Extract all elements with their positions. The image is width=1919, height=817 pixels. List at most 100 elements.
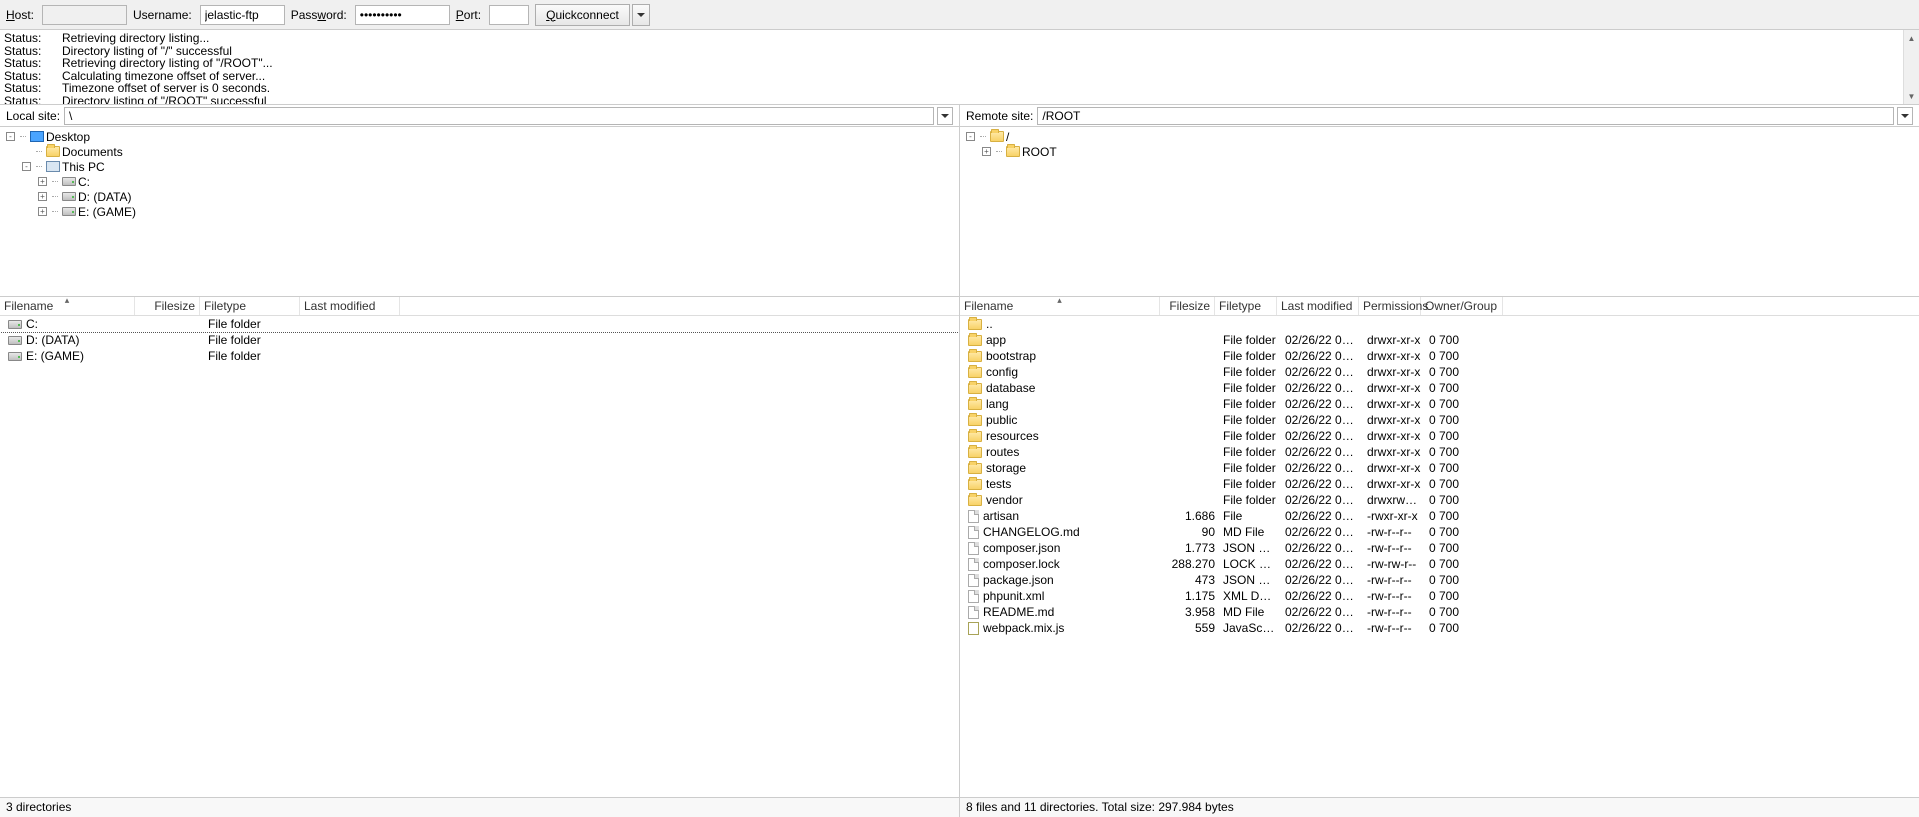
username-input[interactable] (200, 5, 285, 25)
quickconnect-button[interactable]: Quickconnect (535, 4, 630, 26)
log-label: Status: (4, 82, 62, 95)
folder-icon (1006, 146, 1020, 157)
cell-own: 0 700 (1425, 573, 1507, 587)
table-row[interactable]: publicFile folder02/26/22 08:49:...drwxr… (960, 412, 1919, 428)
table-row[interactable]: testsFile folder02/26/22 08:49:...drwxr-… (960, 476, 1919, 492)
local-path-input[interactable] (64, 107, 934, 125)
local-path-dropdown[interactable] (937, 107, 953, 125)
table-row[interactable]: composer.json1.773JSON File02/26/22 08:4… (960, 540, 1919, 556)
table-row[interactable]: CHANGELOG.md90MD File02/26/22 08:49:...-… (960, 524, 1919, 540)
tree-item[interactable]: +E: (GAME) (4, 204, 955, 219)
drive-icon (62, 207, 76, 216)
column-header[interactable]: Filename▴ (960, 297, 1160, 315)
expander-icon[interactable]: - (22, 162, 31, 171)
folder-icon (968, 431, 982, 442)
filename: phpunit.xml (983, 589, 1044, 603)
expander-icon[interactable]: - (966, 132, 975, 141)
expander-icon[interactable]: + (38, 177, 47, 186)
cell-type: XML Docu... (1219, 589, 1281, 603)
column-header[interactable]: Owner/Group (1421, 297, 1503, 315)
cell-own: 0 700 (1425, 461, 1507, 475)
host-input[interactable] (42, 5, 127, 25)
column-header[interactable]: Filename▴ (0, 297, 135, 315)
local-file-list[interactable]: Filename▴FilesizeFiletypeLast modified C… (0, 297, 959, 797)
table-row[interactable]: .. (960, 316, 1919, 332)
file-icon (968, 558, 979, 571)
column-header[interactable]: Filesize (135, 297, 200, 315)
cell-type: MD File (1219, 605, 1281, 619)
table-row[interactable]: bootstrapFile folder02/26/22 08:49:...dr… (960, 348, 1919, 364)
folder-icon (968, 495, 982, 506)
table-row[interactable]: package.json473JSON File02/26/22 08:49:.… (960, 572, 1919, 588)
cell-mod: 02/26/22 08:49:... (1281, 349, 1363, 363)
cell-mod: 02/26/22 08:49:... (1281, 477, 1363, 491)
remote-path-dropdown[interactable] (1897, 107, 1913, 125)
table-row[interactable]: resourcesFile folder02/26/22 08:49:...dr… (960, 428, 1919, 444)
column-header[interactable]: Filesize (1160, 297, 1215, 315)
cell-type: File folder (1219, 477, 1281, 491)
table-row[interactable]: webpack.mix.js559JavaScript ...02/26/22 … (960, 620, 1919, 636)
quickconnect-dropdown[interactable] (632, 4, 650, 26)
expander-icon[interactable]: + (982, 147, 991, 156)
cell-perm: -rw-r--r-- (1363, 605, 1425, 619)
column-header[interactable]: Last modified (300, 297, 400, 315)
column-header[interactable]: Last modified (1277, 297, 1359, 315)
cell-mod: 02/26/22 08:49:... (1281, 333, 1363, 347)
remote-file-list[interactable]: Filename▴FilesizeFiletypeLast modifiedPe… (960, 297, 1919, 797)
cell-mod: 02/26/22 08:49:... (1281, 461, 1363, 475)
cell-perm: -rw-rw-r-- (1363, 557, 1425, 571)
log-scrollbar[interactable]: ▲▼ (1903, 30, 1919, 104)
remote-path-input[interactable] (1037, 107, 1894, 125)
filename: package.json (983, 573, 1054, 587)
expander-icon[interactable]: - (6, 132, 15, 141)
tree-item[interactable]: -/ (964, 129, 1915, 144)
tree-item[interactable]: +D: (DATA) (4, 189, 955, 204)
table-row[interactable]: databaseFile folder02/26/22 08:49:...drw… (960, 380, 1919, 396)
table-row[interactable]: C:File folder (0, 316, 959, 332)
column-header[interactable]: Filetype (200, 297, 300, 315)
password-input[interactable] (355, 5, 450, 25)
expander-icon[interactable]: + (38, 192, 47, 201)
tree-label: Documents (62, 145, 123, 159)
message-log[interactable]: Status:Retrieving directory listing...St… (0, 30, 1919, 105)
tree-item[interactable]: +C: (4, 174, 955, 189)
cell-size: 473 (1164, 573, 1219, 587)
tree-item[interactable]: -This PC (4, 159, 955, 174)
table-row[interactable]: composer.lock288.270LOCK File02/26/22 09… (960, 556, 1919, 572)
log-label: Status: (4, 95, 62, 106)
cell-mod: 02/26/22 08:49:... (1281, 413, 1363, 427)
column-header[interactable]: Permissions (1359, 297, 1421, 315)
cell-mod: 02/26/22 08:49:... (1281, 365, 1363, 379)
table-row[interactable]: vendorFile folder02/26/22 09:00:...drwxr… (960, 492, 1919, 508)
table-row[interactable]: storageFile folder02/26/22 08:49:...drwx… (960, 460, 1919, 476)
table-row[interactable]: README.md3.958MD File02/26/22 08:49:...-… (960, 604, 1919, 620)
password-label: Password: (291, 8, 347, 22)
tree-item[interactable]: - Desktop (4, 129, 955, 144)
table-row[interactable]: appFile folder02/26/22 08:49:...drwxr-xr… (960, 332, 1919, 348)
cell-mod: 02/26/22 08:49:... (1281, 605, 1363, 619)
local-tree[interactable]: - DesktopDocuments-This PC+C:+D: (DATA)+E… (0, 127, 959, 297)
tree-item[interactable]: Documents (4, 144, 955, 159)
table-row[interactable]: artisan1.686File02/26/22 08:49:...-rwxr-… (960, 508, 1919, 524)
filename: composer.lock (983, 557, 1060, 571)
table-row[interactable]: D: (DATA)File folder (0, 332, 959, 348)
expander-icon[interactable]: + (38, 207, 47, 216)
cell-perm: -rw-r--r-- (1363, 525, 1425, 539)
cell-mod: 02/26/22 09:00:... (1281, 493, 1363, 507)
tree-item[interactable]: +ROOT (964, 144, 1915, 159)
cell-perm: drwxr-xr-x (1363, 333, 1425, 347)
table-row[interactable]: phpunit.xml1.175XML Docu...02/26/22 08:4… (960, 588, 1919, 604)
table-row[interactable]: langFile folder02/26/22 08:49:...drwxr-x… (960, 396, 1919, 412)
filename: database (986, 381, 1035, 395)
tree-label: Desktop (46, 130, 90, 144)
table-row[interactable]: routesFile folder02/26/22 08:49:...drwxr… (960, 444, 1919, 460)
remote-tree[interactable]: -/+ROOT (960, 127, 1919, 297)
table-row[interactable]: E: (GAME)File folder (0, 348, 959, 364)
port-input[interactable] (489, 5, 529, 25)
cell-type: File folder (1219, 349, 1281, 363)
cell-own: 0 700 (1425, 397, 1507, 411)
filename: app (986, 333, 1006, 347)
column-header[interactable]: Filetype (1215, 297, 1277, 315)
cell-type: JSON File (1219, 573, 1281, 587)
table-row[interactable]: configFile folder02/26/22 08:49:...drwxr… (960, 364, 1919, 380)
